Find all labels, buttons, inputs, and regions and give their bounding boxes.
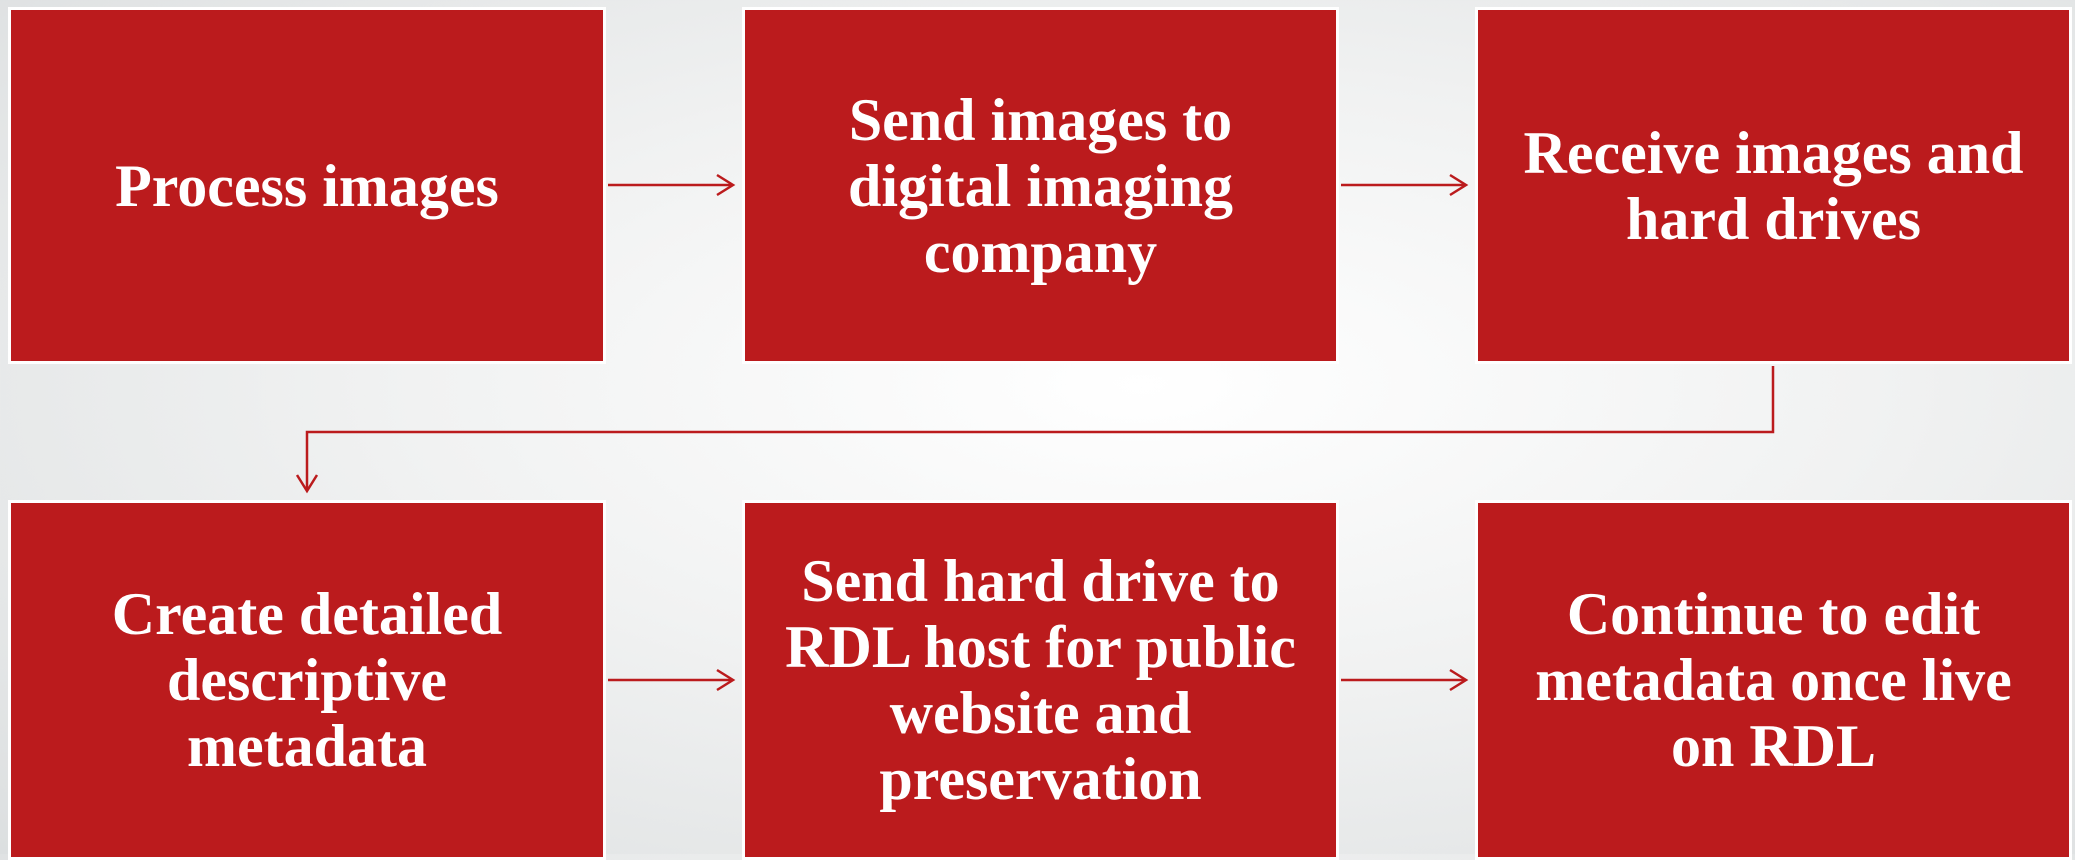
- step-label: Continue to edit metadata once live on R…: [1535, 581, 2012, 779]
- step-process-images: Process images: [8, 7, 606, 364]
- step-label: Create detailed descriptive metadata: [111, 581, 503, 779]
- step-label: Send hard drive to RDL host for public w…: [785, 548, 1296, 812]
- step-label: Receive images and hard drives: [1523, 119, 2024, 252]
- arrow-step2-to-step3: [1341, 173, 1469, 197]
- arrow-step1-to-step2: [608, 173, 736, 197]
- process-flow-diagram: Process images Send images to digital im…: [0, 0, 2075, 860]
- step-send-images: Send images to digital imaging company: [742, 7, 1339, 364]
- step-continue-editing: Continue to edit metadata once live on R…: [1475, 500, 2072, 860]
- arrow-step3-to-step4: [295, 366, 1775, 494]
- step-label: Send images to digital imaging company: [847, 86, 1234, 285]
- arrow-step4-to-step5: [608, 668, 736, 692]
- step-send-hard-drive: Send hard drive to RDL host for public w…: [742, 500, 1339, 860]
- step-create-metadata: Create detailed descriptive metadata: [8, 500, 606, 860]
- step-receive-images: Receive images and hard drives: [1475, 7, 2072, 364]
- arrow-step5-to-step6: [1341, 668, 1469, 692]
- step-label: Process images: [115, 152, 499, 219]
